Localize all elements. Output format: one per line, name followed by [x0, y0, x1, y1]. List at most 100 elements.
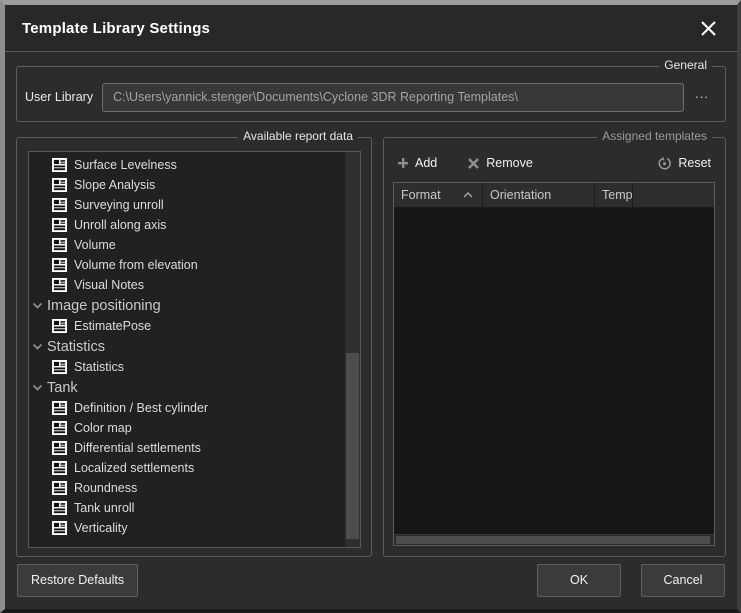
tree-category[interactable]: Statistics: [30, 336, 345, 357]
tree-item-label: Surveying unroll: [74, 198, 164, 212]
tree-item[interactable]: Color map: [30, 418, 345, 438]
plus-icon: [397, 157, 409, 169]
user-library-path-input[interactable]: [102, 83, 684, 112]
report-template-icon: [52, 441, 67, 455]
column-header-label: Temp: [602, 188, 633, 202]
chevron-down-icon: [32, 342, 43, 351]
tree-item-label: Volume from elevation: [74, 258, 198, 272]
restore-defaults-button[interactable]: Restore Defaults: [17, 564, 138, 597]
report-template-icon: [52, 319, 67, 333]
close-icon: [699, 19, 718, 38]
tree-item-label: Statistics: [74, 360, 124, 374]
tree-item[interactable]: Tank unroll: [30, 498, 345, 518]
assigned-templates-label: Assigned templates: [597, 129, 712, 144]
available-report-data-group: Available report data Surface LevelnessS…: [16, 137, 372, 557]
tree-item-label: EstimatePose: [74, 319, 151, 333]
report-template-icon: [52, 481, 67, 495]
tree-item[interactable]: EstimatePose: [30, 316, 345, 336]
table-horizontal-scrollbar[interactable]: [394, 534, 714, 545]
column-header-orientation[interactable]: Orientation: [483, 183, 595, 207]
tree-item[interactable]: Differential settlements: [30, 438, 345, 458]
tree-item[interactable]: Surveying unroll: [30, 195, 345, 215]
general-group-label: General: [659, 58, 712, 73]
chevron-down-icon: [32, 301, 43, 310]
column-header-temp[interactable]: Temp: [595, 183, 633, 207]
tree-item[interactable]: Volume: [30, 235, 345, 255]
report-template-icon: [52, 401, 67, 415]
templates-table-header: Format Orientation Temp: [394, 183, 714, 208]
tree-item[interactable]: Volume from elevation: [30, 255, 345, 275]
tree-category[interactable]: Image positioning: [30, 295, 345, 316]
scrollbar-thumb[interactable]: [346, 353, 359, 539]
tree-item[interactable]: Localized settlements: [30, 458, 345, 478]
footer-bar: Restore Defaults OK Cancel: [16, 557, 726, 601]
reset-icon: [657, 156, 672, 171]
tree-item[interactable]: Roundness: [30, 478, 345, 498]
add-button-label: Add: [415, 156, 437, 170]
tree-item-label: Color map: [74, 421, 132, 435]
report-template-icon: [52, 360, 67, 374]
report-template-icon: [52, 158, 67, 172]
report-template-icon: [52, 258, 67, 272]
tree-item[interactable]: Surface Levelness: [30, 155, 345, 175]
tree-vertical-scrollbar[interactable]: [345, 152, 360, 547]
report-template-icon: [52, 238, 67, 252]
general-group: General User Library ...: [16, 66, 726, 122]
tree-item[interactable]: Visual Notes: [30, 275, 345, 295]
tree-item-label: Tank unroll: [74, 501, 134, 515]
report-data-tree: Surface Levelness Slope Analysis Surveying…: [29, 152, 345, 547]
tree-item-label: Definition / Best cylinder: [74, 401, 208, 415]
remove-x-icon: [467, 157, 480, 170]
tree-item[interactable]: Unroll along axis: [30, 215, 345, 235]
remove-button-label: Remove: [486, 156, 533, 170]
close-button[interactable]: [693, 13, 723, 43]
tree-item-label: Roundness: [74, 481, 137, 495]
tree-item-label: Localized settlements: [74, 461, 194, 475]
template-library-settings-dialog: Template Library Settings General User L…: [0, 0, 741, 613]
dialog-body: General User Library ... Available repor…: [5, 52, 737, 609]
reset-button-label: Reset: [678, 156, 711, 170]
tree-item-label: Volume: [74, 238, 116, 252]
tree-item-label: Image positioning: [47, 298, 161, 314]
report-template-icon: [52, 461, 67, 475]
tree-item-label: Visual Notes: [74, 278, 144, 292]
sort-ascending-icon: [463, 192, 473, 198]
report-template-icon: [52, 198, 67, 212]
report-template-icon: [52, 501, 67, 515]
ok-button[interactable]: OK: [537, 564, 621, 597]
tree-item[interactable]: Statistics: [30, 357, 345, 377]
remove-button[interactable]: Remove: [463, 154, 537, 172]
tree-item-label: Slope Analysis: [74, 178, 155, 192]
column-header-blank[interactable]: [633, 183, 714, 207]
report-template-icon: [52, 521, 67, 535]
report-template-icon: [52, 278, 67, 292]
report-template-icon: [52, 178, 67, 192]
chevron-down-icon: [32, 383, 43, 392]
tree-item[interactable]: Verticality: [30, 518, 345, 538]
tree-item-label: Tank: [47, 380, 78, 396]
tree-category[interactable]: Tank: [30, 377, 345, 398]
tree-item-label: Statistics: [47, 339, 105, 355]
tree-item-label: Differential settlements: [74, 441, 201, 455]
column-header-format[interactable]: Format: [394, 183, 483, 207]
templates-toolbar: Add Remove: [393, 150, 715, 176]
add-button[interactable]: Add: [393, 154, 441, 172]
main-columns: Available report data Surface LevelnessS…: [16, 137, 726, 557]
templates-table-body[interactable]: [394, 208, 714, 534]
tree-item[interactable]: Slope Analysis: [30, 175, 345, 195]
user-library-label: User Library: [25, 90, 93, 104]
tree-item-label: Surface Levelness: [74, 158, 177, 172]
browse-button[interactable]: ...: [689, 86, 715, 108]
column-header-label: Format: [401, 188, 441, 202]
scrollbar-thumb[interactable]: [396, 536, 710, 544]
tree-item[interactable]: Definition / Best cylinder: [30, 398, 345, 418]
assigned-templates-group: Assigned templates Add: [383, 137, 726, 557]
tree-item-label: Unroll along axis: [74, 218, 166, 232]
dialog-title: Template Library Settings: [22, 20, 210, 37]
available-report-data-label: Available report data: [238, 129, 358, 144]
cancel-button[interactable]: Cancel: [641, 564, 725, 597]
report-data-panel: Surface Levelness Slope Analysis Surveying…: [28, 151, 361, 548]
report-template-icon: [52, 421, 67, 435]
column-header-label: Orientation: [490, 188, 551, 202]
reset-button[interactable]: Reset: [653, 154, 715, 173]
